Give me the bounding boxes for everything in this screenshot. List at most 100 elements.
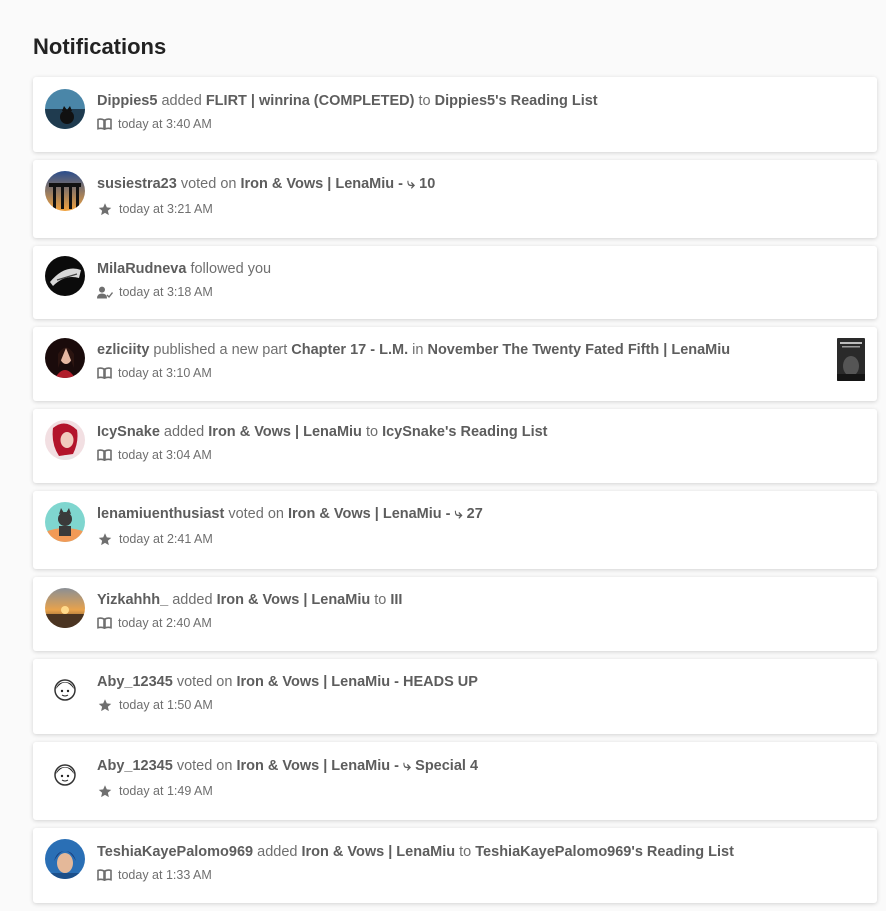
avatar[interactable]	[45, 89, 85, 129]
notification-item[interactable]: susiestra23 voted on Iron & Vows | LenaM…	[33, 160, 877, 238]
book-icon	[97, 449, 112, 461]
avatar[interactable]	[45, 755, 85, 795]
action-text: published a new part	[153, 342, 288, 358]
connector-text: in	[412, 342, 424, 358]
star-icon	[98, 698, 112, 711]
story-link[interactable]: Iron & Vows | LenaMiu	[301, 844, 455, 860]
timestamp: today at 3:18 AM	[119, 285, 213, 299]
reading-list-link[interactable]: Dippies5's Reading List	[435, 93, 598, 109]
book-icon	[97, 869, 112, 881]
connector-text: to	[459, 844, 472, 860]
action-text: added	[163, 424, 205, 440]
notification-meta: today at 3:18 AM	[97, 284, 867, 300]
username-link[interactable]: susiestra23	[97, 176, 177, 192]
notification-item[interactable]: Aby_12345 voted on Iron & Vows | LenaMiu…	[33, 742, 877, 820]
avatar[interactable]	[45, 171, 85, 211]
avatar[interactable]	[45, 670, 85, 710]
user-check-icon	[97, 286, 113, 298]
username-link[interactable]: Dippies5	[97, 93, 157, 109]
reading-list-link[interactable]: TeshiaKayePalomo969's Reading List	[475, 844, 734, 860]
notification-item[interactable]: Yizkahhh_ added Iron & Vows | LenaMiu to…	[33, 577, 877, 651]
notification-meta: today at 3:10 AM	[97, 365, 829, 381]
username-link[interactable]: IcySnake	[97, 424, 160, 440]
timestamp: today at 2:41 AM	[119, 532, 213, 546]
story-link[interactable]: FLIRT | winrina (COMPLETED)	[206, 93, 415, 109]
action-text: voted on	[180, 176, 237, 192]
action-text: added	[161, 93, 202, 109]
notification-text: IcySnake added Iron & Vows | LenaMiu to …	[97, 423, 867, 441]
story-cover-thumbnail[interactable]	[837, 338, 865, 381]
page-title: Notifications	[33, 34, 167, 59]
username-link[interactable]: MilaRudneva	[97, 261, 186, 277]
username-link[interactable]: Yizkahhh_	[97, 592, 168, 608]
notification-meta: today at 1:50 AM	[97, 697, 867, 713]
notification-meta: today at 3:40 AM	[97, 116, 867, 132]
avatar[interactable]	[45, 420, 85, 460]
timestamp: today at 1:50 AM	[119, 698, 213, 712]
notification-meta: today at 2:41 AM	[97, 531, 867, 547]
avatar[interactable]	[45, 588, 85, 628]
story-link[interactable]: Iron & Vows | LenaMiu	[217, 592, 371, 608]
notification-item[interactable]: ezliciity published a new part Chapter 1…	[33, 327, 877, 401]
connector-text: to	[365, 424, 379, 440]
notification-item[interactable]: Dippies5 added FLIRT | winrina (COMPLETE…	[33, 77, 877, 152]
notification-text: Aby_12345 voted on Iron & Vows | LenaMiu…	[97, 673, 867, 691]
notification-item[interactable]: MilaRudneva followed you today at 3:18 A…	[33, 246, 877, 319]
notification-meta: today at 2:40 AM	[97, 615, 867, 631]
timestamp: today at 1:49 AM	[119, 784, 213, 798]
connector-text: to	[374, 592, 387, 608]
username-link[interactable]: TeshiaKayePalomo969	[97, 844, 253, 860]
notification-meta: today at 1:33 AM	[97, 867, 867, 883]
notification-text: susiestra23 voted on Iron & Vows | LenaM…	[97, 175, 867, 193]
username-link[interactable]: ezliciity	[97, 342, 149, 358]
notification-text: Dippies5 added FLIRT | winrina (COMPLETE…	[97, 92, 867, 110]
notification-text: MilaRudneva followed you	[97, 260, 867, 278]
notification-text: Yizkahhh_ added Iron & Vows | LenaMiu to…	[97, 591, 867, 609]
book-icon	[97, 118, 112, 130]
story-part-link[interactable]: Iron & Vows | LenaMiu - ⤷ 27	[288, 506, 483, 522]
avatar[interactable]	[45, 839, 85, 879]
action-text: added	[172, 592, 213, 608]
username-link[interactable]: Aby_12345	[97, 758, 173, 774]
action-text: added	[257, 844, 298, 860]
timestamp: today at 3:10 AM	[118, 366, 212, 380]
notifications-page: Notifications Dippies5 added FLIRT | win…	[33, 0, 878, 903]
username-link[interactable]: lenamiuenthusiast	[97, 506, 224, 522]
timestamp: today at 3:04 AM	[118, 448, 212, 462]
timestamp: today at 1:33 AM	[118, 868, 212, 882]
notification-text: lenamiuenthusiast voted on Iron & Vows |…	[97, 505, 867, 523]
notification-meta: today at 3:21 AM	[97, 201, 867, 217]
notification-list: Dippies5 added FLIRT | winrina (COMPLETE…	[33, 77, 877, 911]
star-icon	[98, 202, 112, 215]
notification-meta: today at 1:49 AM	[97, 783, 867, 799]
username-link[interactable]: Aby_12345	[97, 674, 173, 690]
timestamp: today at 3:21 AM	[119, 202, 213, 216]
notification-text: ezliciity published a new part Chapter 1…	[97, 341, 829, 359]
notification-item[interactable]: IcySnake added Iron & Vows | LenaMiu to …	[33, 409, 877, 483]
action-text: voted on	[228, 506, 284, 522]
story-part-link[interactable]: Iron & Vows | LenaMiu - ⤷ 10	[241, 176, 436, 192]
avatar[interactable]	[45, 256, 85, 296]
notification-meta: today at 3:04 AM	[97, 447, 867, 463]
story-part-link[interactable]: Chapter 17 - L.M.	[291, 342, 408, 358]
story-part-link[interactable]: Iron & Vows | LenaMiu - ⤷ Special 4	[236, 758, 478, 774]
reading-list-link[interactable]: III	[390, 592, 402, 608]
timestamp: today at 2:40 AM	[118, 616, 212, 630]
timestamp: today at 3:40 AM	[118, 117, 212, 131]
notification-text: Aby_12345 voted on Iron & Vows | LenaMiu…	[97, 757, 867, 775]
book-icon	[97, 367, 112, 379]
story-link[interactable]: November The Twenty Fated Fifth | LenaMi…	[427, 342, 730, 358]
notification-item[interactable]: TeshiaKayePalomo969 added Iron & Vows | …	[33, 828, 877, 903]
action-text: voted on	[176, 674, 233, 690]
notification-item[interactable]: lenamiuenthusiast voted on Iron & Vows |…	[33, 491, 877, 569]
action-text: followed you	[190, 261, 272, 277]
avatar[interactable]	[45, 338, 85, 378]
reading-list-link[interactable]: IcySnake's Reading List	[382, 424, 547, 440]
star-icon	[98, 784, 112, 797]
avatar[interactable]	[45, 502, 85, 542]
story-link[interactable]: Iron & Vows | LenaMiu	[208, 424, 362, 440]
story-part-link[interactable]: Iron & Vows | LenaMiu - HEADS UP	[236, 674, 477, 690]
star-icon	[98, 532, 112, 545]
notification-text: TeshiaKayePalomo969 added Iron & Vows | …	[97, 843, 867, 861]
notification-item[interactable]: Aby_12345 voted on Iron & Vows | LenaMiu…	[33, 659, 877, 734]
